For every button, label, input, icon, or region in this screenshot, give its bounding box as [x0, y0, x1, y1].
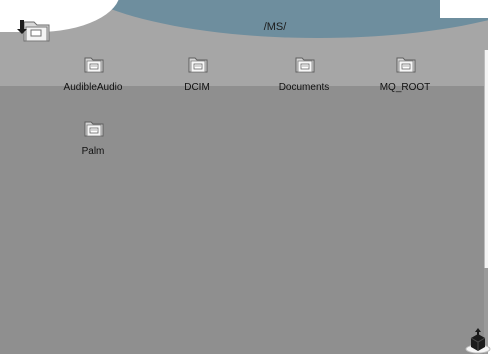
folder-item-dcim[interactable]: DCIM [149, 54, 245, 98]
folder-label: Palm [81, 146, 105, 157]
folder-item-mq-root[interactable]: MQ_ROOT [357, 54, 453, 98]
home-cube-icon [465, 328, 491, 354]
folder-icon [84, 57, 104, 73]
folder-icon [84, 121, 104, 137]
folder-label: DCIM [184, 82, 210, 93]
folder-item-documents[interactable]: Documents [256, 54, 352, 98]
folder-icon [396, 57, 416, 73]
file-browser-screen: /MS/ AudibleAudio DCIM Documents MQ_ROOT… [0, 0, 491, 354]
folder-item-palm[interactable]: Palm [45, 118, 141, 162]
folder-icon [295, 57, 315, 73]
folder-icon [188, 57, 208, 73]
folder-label: AudibleAudio [63, 82, 123, 93]
folder-label: MQ_ROOT [379, 82, 431, 93]
home-button[interactable] [464, 322, 491, 354]
folder-item-audibleaudio[interactable]: AudibleAudio [45, 54, 141, 98]
folder-label: Documents [278, 82, 330, 93]
file-grid: AudibleAudio DCIM Documents MQ_ROOT Palm [0, 0, 491, 354]
